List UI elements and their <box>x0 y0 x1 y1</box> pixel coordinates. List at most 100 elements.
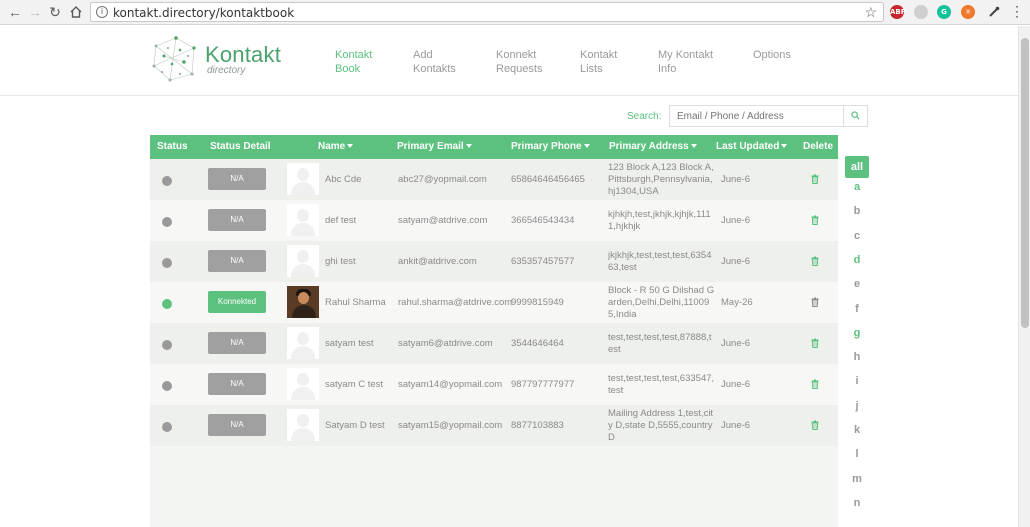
nav-item-line2: Book <box>335 63 361 75</box>
nav-item[interactable]: Options <box>753 48 833 62</box>
browser-menu-icon[interactable]: ⋮ <box>1010 3 1024 20</box>
status-badge[interactable]: N/A <box>208 373 266 395</box>
contact-address: jkjkhjk,test,test,test,635463,test <box>608 250 712 273</box>
eyedropper-extension-icon[interactable] <box>914 5 928 19</box>
header-address[interactable]: Primary Address <box>609 141 697 152</box>
alphabet-filter-i[interactable]: i <box>845 375 869 387</box>
alphabet-filter-e[interactable]: e <box>845 278 869 290</box>
abp-extension-icon[interactable]: ABP <box>890 5 906 19</box>
alphabet-filter-f[interactable]: f <box>845 303 869 315</box>
avatar[interactable] <box>287 204 319 236</box>
alphabet-filter-c[interactable]: c <box>845 230 869 242</box>
forward-arrow-icon[interactable]: → <box>26 3 44 21</box>
avatar[interactable] <box>287 245 319 277</box>
alphabet-filter-j[interactable]: j <box>845 400 869 412</box>
contact-name: satyam test <box>325 338 374 349</box>
contact-email[interactable]: abc27@yopmail.com <box>398 174 510 186</box>
eyedropper-tool-icon[interactable] <box>985 3 1003 21</box>
back-arrow-icon[interactable]: ← <box>6 3 24 21</box>
header-email[interactable]: Primary Email <box>397 141 472 152</box>
status-dot <box>162 258 172 268</box>
contact-address: kjhkjh,test,jkhjk,kjhjk,1111,hjkhjk <box>608 209 711 232</box>
delete-trash-icon[interactable] <box>810 338 820 348</box>
nav-item[interactable]: My Kontakt Info <box>658 48 738 76</box>
table-row[interactable]: N/A satyam C test satyam14@yopmail.com 9877… <box>150 364 838 405</box>
contact-email[interactable]: rahul.sharma@atdrive.com <box>398 297 512 309</box>
status-badge[interactable]: N/A <box>208 168 266 190</box>
avatar[interactable] <box>287 286 319 318</box>
address-bar[interactable]: i kontakt.directory/kontaktbook ☆ <box>90 2 884 22</box>
table-row[interactable]: N/A def test satyam@atdrive.com 36654654343… <box>150 200 838 241</box>
header-name[interactable]: Name <box>318 141 354 152</box>
search-label: Search: <box>627 111 662 122</box>
nav-item-line1: My Kontakt <box>658 49 714 61</box>
nav-item[interactable]: Add Kontakts <box>413 48 493 76</box>
status-badge[interactable]: N/A <box>208 250 266 272</box>
contact-name: def test <box>325 215 357 226</box>
header-delete: Delete <box>803 141 834 152</box>
alphabet-filter-h[interactable]: h <box>845 351 869 363</box>
table-row[interactable]: Konnekted Rahul Sharma rahul.sharma@atdriv… <box>150 282 838 323</box>
contact-email[interactable]: satyam6@atdrive.com <box>398 338 510 350</box>
nav-item[interactable]: Kontakt Lists <box>580 48 660 76</box>
nav-item[interactable]: Kontakt Book <box>335 48 415 76</box>
alphabet-filter-d[interactable]: d <box>845 254 869 266</box>
alphabet-filter-m[interactable]: m <box>845 473 869 485</box>
x-extension-icon[interactable]: ✕ <box>961 5 975 19</box>
avatar[interactable] <box>287 163 319 195</box>
header-updated-label: Last Updated <box>716 141 780 152</box>
contact-email[interactable]: satyam15@yopmail.com <box>398 420 510 432</box>
kontakt-logo-icon[interactable] <box>150 34 202 84</box>
search-input[interactable] <box>669 105 844 127</box>
header-status: Status <box>157 141 188 152</box>
alphabet-filter-a[interactable]: a <box>845 181 869 193</box>
bookmark-star-icon[interactable]: ☆ <box>864 4 877 21</box>
contact-last-updated: June-6 <box>721 256 751 267</box>
avatar[interactable] <box>287 368 319 400</box>
header-phone-label: Primary Phone <box>511 141 582 152</box>
table-row[interactable]: N/A Abc Cde abc27@yopmail.com 6586464645646… <box>150 159 838 200</box>
status-badge[interactable]: N/A <box>208 332 266 354</box>
contact-phone: 8877103883 <box>511 420 564 431</box>
search-button[interactable] <box>843 105 868 127</box>
status-badge[interactable]: N/A <box>208 414 266 436</box>
table-row[interactable]: N/A ghi test ankit@atdrive.com 635357457577… <box>150 241 838 282</box>
status-badge[interactable]: Konnekted <box>208 291 266 313</box>
table-row[interactable]: N/A Satyam D test satyam15@yopmail.com 8877… <box>150 405 838 446</box>
alphabet-filter-all[interactable]: all <box>845 156 869 178</box>
grammarly-extension-icon[interactable]: G <box>937 5 951 19</box>
contact-email[interactable]: satyam14@yopmail.com <box>398 379 510 391</box>
table-row[interactable]: N/A satyam test satyam6@atdrive.com 3544646… <box>150 323 838 364</box>
scrollbar-thumb[interactable] <box>1021 38 1029 328</box>
contact-address: test,test,test,test,633547,test <box>608 373 715 396</box>
nav-item[interactable]: Konnekt Requests <box>496 48 576 76</box>
avatar[interactable] <box>287 409 319 441</box>
home-icon[interactable] <box>67 3 85 21</box>
avatar[interactable] <box>287 327 319 359</box>
alphabet-filter-n[interactable]: n <box>845 497 869 509</box>
delete-trash-icon[interactable] <box>810 379 820 389</box>
sort-caret-icon <box>347 144 354 149</box>
status-dot <box>162 217 172 227</box>
status-dot <box>162 176 172 186</box>
header-status-detail: Status Detail <box>210 141 271 152</box>
contact-email[interactable]: ankit@atdrive.com <box>398 256 510 268</box>
delete-trash-icon[interactable] <box>810 297 820 307</box>
contact-address: Block - R 50 G Dilshad Garden,Delhi,Delh… <box>608 285 715 320</box>
alphabet-filter-l[interactable]: l <box>845 448 869 460</box>
delete-trash-icon[interactable] <box>810 174 820 184</box>
status-badge[interactable]: N/A <box>208 209 266 231</box>
alphabet-filter-k[interactable]: k <box>845 424 869 436</box>
contact-phone: 9999815949 <box>511 297 564 308</box>
page-scrollbar[interactable] <box>1018 26 1030 527</box>
alphabet-filter-b[interactable]: b <box>845 205 869 217</box>
header-last-updated[interactable]: Last Updated <box>716 141 788 152</box>
reload-icon[interactable]: ↻ <box>46 3 64 21</box>
alphabet-filter-g[interactable]: g <box>845 327 869 339</box>
delete-trash-icon[interactable] <box>810 215 820 225</box>
delete-trash-icon[interactable] <box>810 420 820 430</box>
delete-trash-icon[interactable] <box>810 256 820 266</box>
contact-email[interactable]: satyam@atdrive.com <box>398 215 510 227</box>
header-phone[interactable]: Primary Phone <box>511 141 590 152</box>
site-info-icon[interactable]: i <box>96 6 108 18</box>
